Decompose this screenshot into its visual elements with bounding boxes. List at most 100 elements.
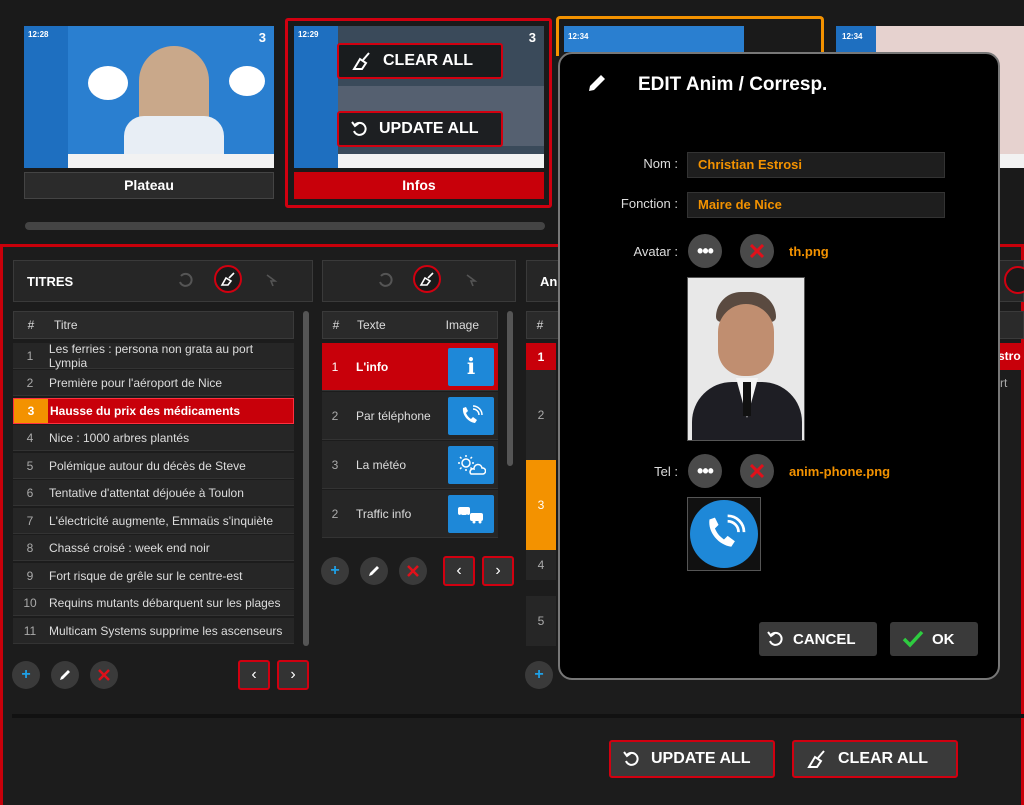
next-button[interactable]: › bbox=[482, 556, 514, 586]
pencil-icon bbox=[60, 670, 70, 680]
weather-icon bbox=[448, 445, 494, 484]
checkmark-icon bbox=[902, 630, 924, 648]
delete-button[interactable] bbox=[90, 661, 118, 689]
phone-icon bbox=[448, 396, 494, 435]
cell-text: rt bbox=[1000, 376, 1008, 390]
browse-avatar-button[interactable]: ••• bbox=[688, 234, 722, 268]
tel-image bbox=[687, 497, 761, 571]
chevron-right-icon: › bbox=[495, 562, 501, 579]
row-number[interactable]: 1 bbox=[526, 343, 556, 370]
nom-field[interactable]: Christian Estrosi bbox=[687, 152, 945, 178]
texte-table-header: # Texte Image bbox=[322, 311, 498, 339]
list-item[interactable]: 2 Première pour l'aéroport de Nice bbox=[13, 370, 294, 396]
delete-button[interactable] bbox=[399, 557, 427, 585]
prev-button[interactable]: ‹ bbox=[443, 556, 475, 586]
tel-label: Tel : bbox=[654, 464, 678, 479]
panel-title: TITRES bbox=[27, 273, 74, 289]
chevron-left-icon: ‹ bbox=[456, 562, 462, 579]
list-item-selected[interactable]: 1 L'info i bbox=[322, 343, 498, 391]
undo-icon[interactable] bbox=[1004, 266, 1024, 294]
fonction-field[interactable]: Maire de Nice bbox=[687, 192, 945, 218]
camera-label: Plateau bbox=[24, 172, 274, 199]
texte-scrollbar[interactable] bbox=[507, 311, 513, 466]
edit-button[interactable] bbox=[360, 557, 388, 585]
undo-icon[interactable] bbox=[371, 266, 399, 294]
column-image: Image bbox=[445, 318, 479, 332]
add-button[interactable]: + bbox=[12, 661, 40, 689]
browse-tel-button[interactable]: ••• bbox=[688, 454, 722, 488]
row-number[interactable]: 5 bbox=[526, 596, 556, 646]
plus-icon: + bbox=[21, 666, 31, 683]
more-icon: ••• bbox=[697, 240, 714, 261]
next-button[interactable]: › bbox=[277, 660, 309, 690]
list-item[interactable]: 10 Requins mutants débarquent sur les pla… bbox=[13, 590, 294, 616]
close-icon bbox=[750, 464, 764, 478]
pointer-icon[interactable] bbox=[257, 266, 285, 294]
list-item[interactable]: 3 La météo bbox=[322, 441, 498, 489]
broom-icon bbox=[352, 52, 370, 70]
cancel-button[interactable]: CANCEL bbox=[759, 622, 877, 656]
update-all-button[interactable]: UPDATE ALL bbox=[609, 740, 775, 778]
overlay-update-all-button[interactable]: UPDATE ALL bbox=[337, 111, 503, 147]
row-number[interactable]: 3 bbox=[526, 460, 556, 550]
clear-all-label: CLEAR ALL bbox=[838, 750, 929, 767]
add-button[interactable]: + bbox=[321, 557, 349, 585]
phone-icon bbox=[690, 500, 758, 568]
remove-tel-button[interactable] bbox=[740, 454, 774, 488]
list-item[interactable]: 2 Par téléphone bbox=[322, 392, 498, 440]
row-number[interactable]: 2 bbox=[526, 370, 556, 460]
close-icon bbox=[98, 669, 110, 681]
list-item-selected[interactable]: 3 Hausse du prix des médicaments bbox=[13, 398, 294, 424]
list-item[interactable]: 8 Chassé croisé : week end noir bbox=[13, 535, 294, 561]
cell-text: stro bbox=[998, 343, 1024, 370]
clear-broom-icon[interactable] bbox=[214, 265, 242, 293]
overlay-clear-all-button[interactable]: CLEAR ALL bbox=[337, 43, 503, 79]
plus-icon: + bbox=[330, 562, 340, 579]
remove-avatar-button[interactable] bbox=[740, 234, 774, 268]
info-icon: i bbox=[448, 347, 494, 386]
column-text: Texte bbox=[357, 318, 386, 332]
list-item[interactable]: 1 Les ferries : persona non grata au port… bbox=[13, 342, 294, 370]
clock-text: 12:28 bbox=[28, 30, 49, 39]
divider bbox=[12, 714, 1024, 718]
clock-text: 12:34 bbox=[568, 32, 589, 41]
titres-scrollbar[interactable] bbox=[303, 311, 309, 646]
prev-button[interactable]: ‹ bbox=[238, 660, 270, 690]
dialog-title: EDIT Anim / Corresp. bbox=[638, 74, 828, 95]
row-number[interactable]: 4 bbox=[526, 550, 556, 580]
avatar-label: Avatar : bbox=[633, 244, 678, 259]
broom-icon bbox=[807, 750, 825, 768]
camera-tile-plateau[interactable]: 12:28 3 Plateau bbox=[24, 26, 274, 199]
more-icon: ••• bbox=[697, 460, 714, 481]
panel-title: An bbox=[540, 273, 558, 289]
list-item[interactable]: 9 Fort risque de grêle sur le centre-est bbox=[13, 563, 294, 589]
thumbnail-scrollbar[interactable] bbox=[25, 222, 545, 230]
ok-label: OK bbox=[932, 630, 955, 648]
fonction-label: Fonction : bbox=[620, 196, 678, 211]
pencil-icon bbox=[369, 566, 379, 576]
list-item[interactable]: 11 Multicam Systems supprime les ascenseu… bbox=[13, 618, 294, 644]
cancel-label: CANCEL bbox=[793, 630, 856, 648]
bleu-logo bbox=[229, 66, 265, 96]
nom-label: Nom : bbox=[643, 156, 678, 171]
titres-table-header: # Titre bbox=[13, 311, 294, 339]
column-title: Titre bbox=[54, 318, 78, 332]
clear-broom-icon[interactable] bbox=[413, 265, 441, 293]
ok-button[interactable]: OK bbox=[890, 622, 978, 656]
list-item[interactable]: 6 Tentative d'attentat déjouée à Toulon bbox=[13, 480, 294, 506]
clear-all-button[interactable]: CLEAR ALL bbox=[792, 740, 958, 778]
list-item[interactable]: 4 Nice : 1000 arbres plantés bbox=[13, 425, 294, 451]
refresh-icon bbox=[767, 631, 783, 646]
pointer-icon[interactable] bbox=[457, 266, 485, 294]
refresh-icon bbox=[351, 121, 367, 136]
clock-text: 12:34 bbox=[842, 32, 863, 41]
list-item[interactable]: 2 Traffic info bbox=[322, 490, 498, 538]
list-item[interactable]: 7 L'électricité augmente, Emmaüs s'inquiè… bbox=[13, 508, 294, 534]
edit-button[interactable] bbox=[51, 661, 79, 689]
list-item[interactable]: 5 Polémique autour du décès de Steve bbox=[13, 453, 294, 479]
add-button[interactable]: + bbox=[525, 661, 553, 689]
chevron-right-icon: › bbox=[290, 666, 296, 683]
undo-icon[interactable] bbox=[171, 266, 199, 294]
pencil-icon bbox=[589, 75, 605, 91]
camera-preview: 12:34 bbox=[564, 26, 744, 52]
